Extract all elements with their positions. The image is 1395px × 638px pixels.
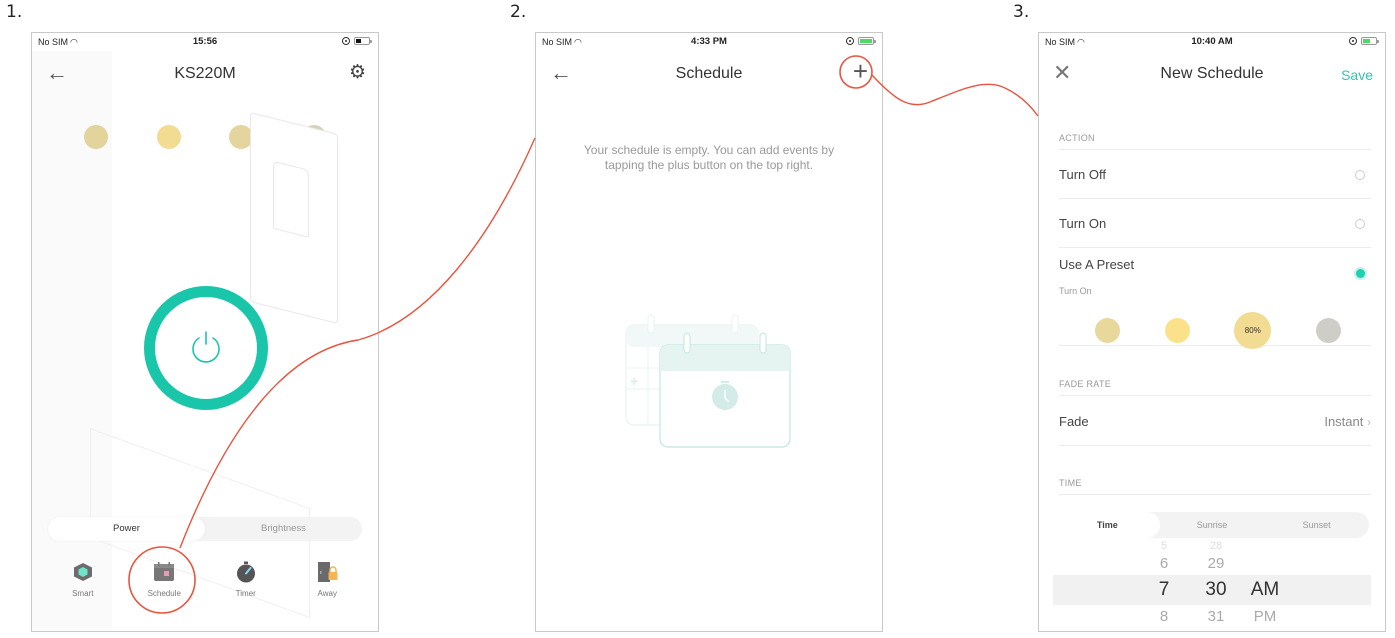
radio-button-selected[interactable] — [1356, 269, 1365, 278]
device-screen: No SIM ◠ 10:40 AM ✕ New Schedule Save ACT… — [1038, 32, 1386, 632]
stopwatch-icon — [236, 561, 255, 583]
page-title: New Schedule — [1160, 65, 1264, 82]
step-number-3: 3. — [1013, 2, 1030, 22]
radio-button[interactable] — [1355, 219, 1365, 229]
settings-button[interactable]: ⚙ — [349, 61, 366, 85]
time-picker: 5 6 7 8 28 29 30 31 AM PM — [1053, 539, 1371, 631]
preset-list: 80% — [1095, 312, 1341, 349]
picker-item-selected: 7 — [1158, 579, 1170, 600]
status-bar: No SIM ◠ 15:56 — [32, 33, 378, 51]
tab-timer[interactable]: Timer — [216, 561, 276, 598]
preset-button[interactable] — [1164, 318, 1190, 343]
empty-calendar-illustration: ✚ — [625, 314, 791, 448]
battery-icon — [354, 37, 372, 45]
segment-sunrise[interactable]: Sunrise — [1160, 512, 1265, 538]
action-option-use-preset[interactable]: Use A Preset — [1059, 248, 1371, 286]
nav-bar: ← KS220M ⚙ — [32, 57, 378, 93]
action-option-turn-off[interactable]: Turn Off — [1059, 150, 1371, 199]
status-time: 4:33 PM — [691, 36, 727, 47]
time-mode-segmented-control: Time Sunrise Sunset — [1055, 512, 1369, 538]
ampm-wheel[interactable]: AM PM — [1245, 539, 1285, 629]
fade-label: Fade — [1059, 414, 1089, 429]
section-header-fade-rate: FADE RATE — [1059, 379, 1371, 396]
picker-item: 29 — [1207, 555, 1225, 572]
switch-paddle-art — [273, 160, 309, 238]
battery-charging-icon — [1361, 37, 1379, 45]
away-door-lock-icon — [318, 562, 338, 582]
status-time: 15:56 — [192, 36, 218, 47]
picker-item-selected: AM — [1250, 579, 1280, 600]
tab-schedule[interactable]: Schedule — [134, 561, 194, 598]
tab-label: Schedule — [147, 589, 181, 598]
picker-item: 8 — [1159, 608, 1169, 625]
preset-selector: Turn On 80% — [1059, 286, 1371, 349]
segment-sunset[interactable]: Sunset — [1264, 512, 1369, 538]
device-screen: No SIM ◠ 4:33 PM ← Schedule + Your schedu… — [535, 32, 883, 632]
tab-away[interactable]: Away — [297, 561, 357, 598]
hour-wheel[interactable]: 5 6 7 8 — [1149, 539, 1179, 629]
smart-cube-icon — [73, 563, 92, 581]
nav-bar: ✕ New Schedule Save — [1039, 57, 1385, 93]
svg-text:✚: ✚ — [630, 377, 638, 388]
empty-state-message: Your schedule is empty. You can add even… — [583, 143, 835, 172]
save-button[interactable]: Save — [1341, 67, 1373, 83]
preset-button[interactable] — [1315, 318, 1341, 343]
page-title: KS220M — [174, 65, 236, 82]
mode-segmented-control: Power Brightness — [48, 517, 362, 541]
dimmer-switch-illustration — [250, 112, 338, 324]
action-option-turn-on[interactable]: Turn On — [1059, 199, 1371, 248]
preset-button[interactable] — [156, 125, 181, 149]
status-bar: No SIM ◠ 4:33 PM — [536, 33, 882, 51]
picker-item-selected: 30 — [1205, 579, 1227, 600]
orientation-lock-icon — [846, 37, 854, 45]
status-time: 10:40 AM — [1191, 36, 1233, 47]
step-number-2: 2. — [510, 2, 527, 22]
option-label: Turn Off — [1059, 167, 1106, 182]
orientation-lock-icon — [342, 37, 350, 45]
calendar-icon — [154, 562, 175, 581]
picker-item: 31 — [1207, 608, 1225, 625]
preset-button[interactable] — [84, 125, 108, 149]
plus-icon: + — [852, 56, 868, 86]
section-header-action: ACTION — [1059, 133, 1371, 150]
step-number-1: 1. — [6, 2, 23, 22]
add-schedule-button[interactable]: + — [852, 56, 868, 86]
option-label: Use A Preset — [1059, 257, 1135, 272]
feature-tab-bar: Smart Schedule Timer Away — [32, 561, 378, 598]
preset-button-selected[interactable]: 80% — [1234, 312, 1272, 349]
power-toggle-button[interactable] — [144, 286, 268, 410]
status-bar: No SIM ◠ 10:40 AM — [1039, 33, 1385, 51]
minute-wheel[interactable]: 28 29 30 31 — [1196, 539, 1236, 629]
battery-charging-icon — [858, 37, 876, 45]
option-label: Turn On — [1059, 216, 1107, 231]
gear-icon: ⚙ — [348, 62, 366, 83]
picker-item: 6 — [1159, 555, 1169, 572]
picker-item: 5 — [1160, 540, 1168, 552]
segment-time[interactable]: Time — [1055, 512, 1160, 538]
chevron-right-icon: › — [1367, 415, 1371, 429]
fade-rate-row[interactable]: Fade Instant › — [1059, 397, 1371, 446]
preset-button[interactable] — [1095, 318, 1120, 343]
preset-brightness-label: 80% — [1244, 326, 1261, 335]
section-header-time: TIME — [1059, 478, 1371, 495]
segment-brightness[interactable]: Brightness — [205, 517, 362, 541]
picker-item: 28 — [1209, 540, 1223, 552]
nav-bar: ← Schedule + — [536, 57, 882, 93]
tab-label: Away — [317, 589, 337, 598]
tab-label: Smart — [72, 589, 94, 598]
preset-sublabel: Turn On — [1059, 286, 1092, 296]
page-title: Schedule — [675, 65, 743, 82]
picker-item: PM — [1253, 608, 1277, 625]
connector-line-2-to-3 — [871, 74, 1039, 117]
segment-power[interactable]: Power — [48, 517, 205, 541]
orientation-lock-icon — [1349, 37, 1357, 45]
radio-button[interactable] — [1355, 170, 1365, 180]
tab-label: Timer — [235, 589, 256, 598]
tab-smart[interactable]: Smart — [53, 561, 113, 598]
power-icon — [192, 331, 220, 363]
fade-value: Instant — [1324, 414, 1364, 429]
device-screen: No SIM ◠ 15:56 ← KS220M ⚙ Power Brightnes… — [31, 32, 379, 632]
